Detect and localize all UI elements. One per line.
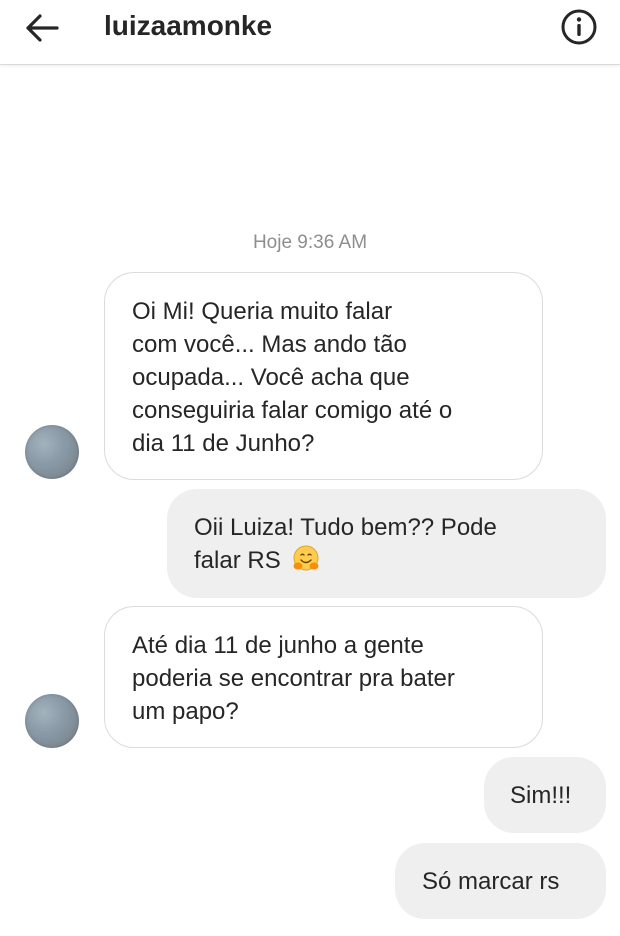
message-line: dia 11 de Junho? [132,430,315,457]
message-line: Oii Luiza! Tudo bem?? Pode [194,514,497,541]
message-line: com você... Mas ando tão [132,331,407,358]
message-line: Sim!!! [510,782,572,809]
message-line: Só marcar rs [422,868,560,895]
message-line: ocupada... Você acha que [132,364,410,391]
message-line: poderia se encontrar pra bater [132,665,455,692]
info-circle-icon [561,9,597,45]
message-line: conseguiria falar comigo até o [132,397,453,424]
hugging-face-emoji [293,545,319,571]
sent-message[interactable]: Sim!!! [484,757,606,833]
sent-message[interactable]: Só marcar rs [395,843,606,919]
received-message[interactable]: Oi Mi! Queria muito falar com você... Ma… [104,272,543,480]
avatar[interactable] [25,694,79,748]
message-line: falar RS [194,544,606,577]
back-button[interactable] [22,10,62,46]
chat-header: luizaamonke [0,0,620,65]
message-line: um papo? [132,698,239,725]
avatar[interactable] [25,425,79,479]
message-line: Até dia 11 de junho a gente [132,632,424,659]
received-message[interactable]: Até dia 11 de junho a gente poderia se e… [104,606,543,748]
message-timestamp: Hoje 9:36 AM [252,232,368,253]
info-button[interactable] [560,8,598,46]
arrow-left-icon [26,14,59,42]
message-line: Oi Mi! Queria muito falar [132,298,393,325]
conversation-title[interactable]: luizaamonke [104,8,272,44]
sent-message[interactable]: Oii Luiza! Tudo bem?? Pode falar RS [167,489,606,598]
